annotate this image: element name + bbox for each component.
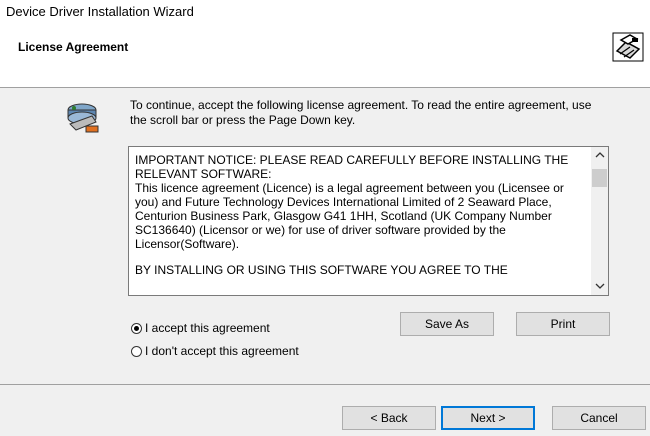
wizard-header: License Agreement	[0, 26, 650, 86]
driver-install-icon	[67, 103, 99, 133]
scroll-down-arrow-icon[interactable]	[591, 278, 608, 295]
print-button[interactable]: Print	[516, 312, 610, 336]
license-textbox[interactable]: IMPORTANT NOTICE: PLEASE READ CAREFULLY …	[128, 146, 609, 296]
radio-unselected-icon[interactable]	[131, 345, 142, 357]
license-paragraph: BY INSTALLING OR USING THIS SOFTWARE YOU…	[135, 263, 508, 277]
back-button[interactable]: < Back	[342, 406, 436, 430]
license-text: IMPORTANT NOTICE: PLEASE READ CAREFULLY …	[135, 153, 587, 277]
scroll-up-arrow-icon[interactable]	[591, 147, 608, 164]
decline-label: I don't accept this agreement	[145, 344, 299, 358]
page-title: License Agreement	[18, 40, 129, 54]
license-paragraph: IMPORTANT NOTICE: PLEASE READ CAREFULLY …	[135, 153, 569, 251]
cancel-button[interactable]: Cancel	[552, 406, 646, 430]
save-as-button[interactable]: Save As	[400, 312, 494, 336]
next-button[interactable]: Next >	[441, 406, 535, 430]
window-title: Device Driver Installation Wizard	[6, 4, 194, 19]
decline-radio[interactable]: I don't accept this agreement	[131, 344, 299, 358]
installer-computer-icon	[612, 32, 644, 62]
intro-text: To continue, accept the following licens…	[130, 98, 592, 127]
radio-selected-icon[interactable]	[131, 322, 142, 334]
license-scrollbar[interactable]	[591, 147, 608, 295]
accept-label: I accept this agreement	[145, 321, 270, 335]
scroll-thumb[interactable]	[592, 169, 607, 187]
accept-radio[interactable]: I accept this agreement	[131, 321, 270, 335]
